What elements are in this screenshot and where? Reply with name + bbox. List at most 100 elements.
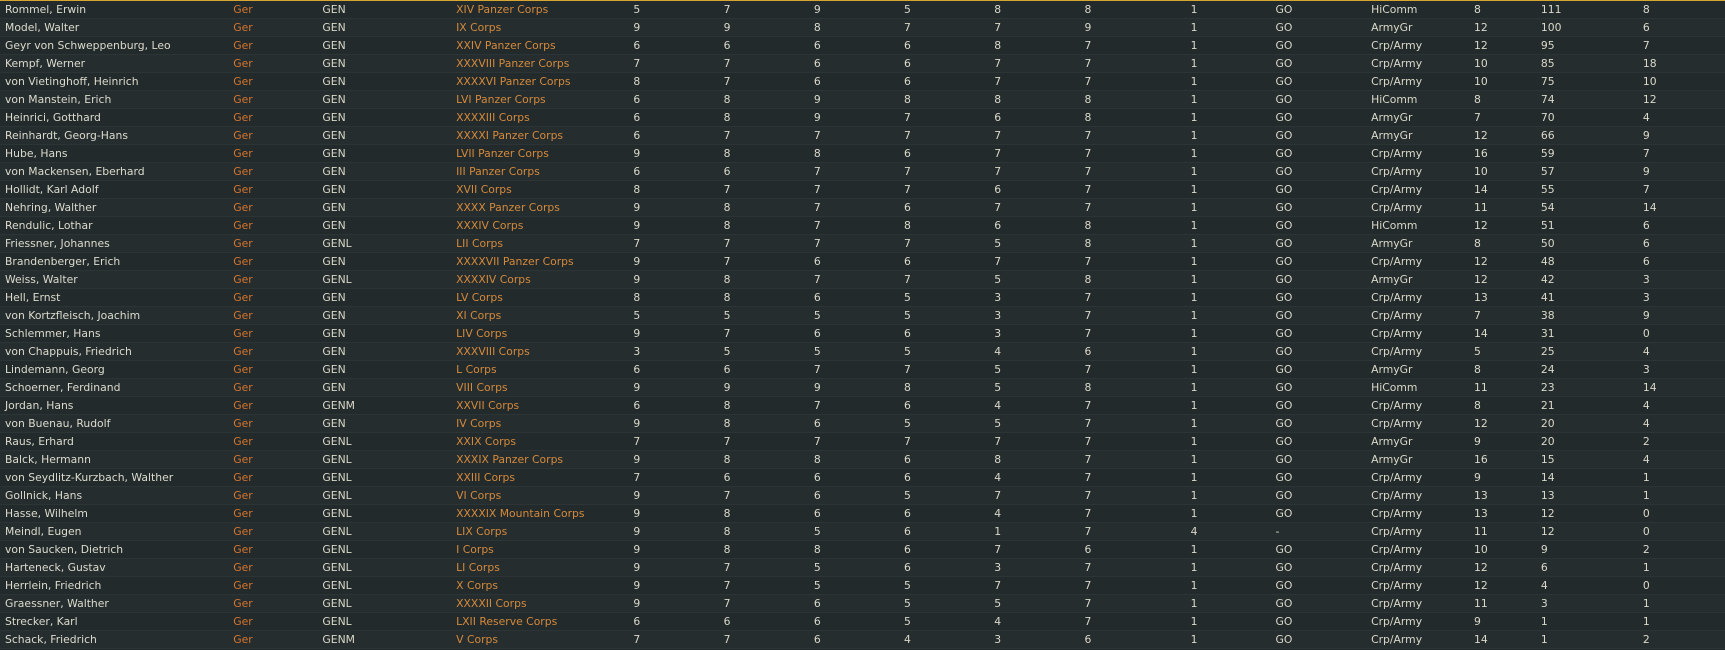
table-row[interactable]: Schlemmer, Hans Ger GEN LIV Corps 9 7 6 6 3 7 1 GO C…	[0, 324, 1725, 343]
cell-leader-name: von Manstein, Erich	[0, 90, 229, 109]
cell-stat-9: 0	[1637, 522, 1725, 541]
table-row[interactable]: Rommel, Erwin Ger GEN XIV Panzer Corps 5 7 9 5 8…	[0, 1, 1725, 19]
cell-stat-7: 1	[1185, 18, 1271, 37]
table-row[interactable]: Meindl, Eugen Ger GENL LIX Corps 9 8 5 6 1 7 4- Crp…	[0, 522, 1725, 541]
cell-stat-7: 1	[1185, 432, 1271, 451]
table-row[interactable]: Weiss, Walter Ger GENL XXXXIV Corps 9 8 7 7 5 8 1 G…	[0, 270, 1725, 289]
cell-nationality: Ger	[228, 432, 318, 451]
table-row[interactable]: Raus, Erhard Ger GENL XXIX Corps 7 7 7 7 7 7 1 GO Ar…	[0, 432, 1725, 451]
table-row[interactable]: von Manstein, Erich Ger GEN LVI Panzer Corp…	[0, 90, 1725, 109]
cell-stat-4: 6	[899, 558, 990, 577]
table-row[interactable]: von Chappuis, Friedrich Ger GEN XXXVIII Cor…	[0, 342, 1725, 361]
cell-leader-name: Hell, Ernst	[0, 288, 229, 307]
cell-command-level: HiComm	[1366, 378, 1470, 397]
cell-command: L Corps	[451, 360, 629, 379]
cell-stat-9: 2	[1637, 540, 1725, 559]
cell-rank: GEN	[317, 144, 452, 163]
table-row[interactable]: von Seydlitz-Kurzbach, Walther Ger GENL XXI…	[0, 468, 1725, 487]
table-row[interactable]: Geyr von Schweppenburg, Leo Ger GEN XXIV Pa…	[0, 36, 1725, 55]
table-row[interactable]: Nehring, Walther Ger GEN XXXX Panzer Corps 9…	[0, 198, 1725, 217]
cell-leader-name: Friessner, Johannes	[0, 234, 229, 253]
cell-command-level: HiComm	[1366, 216, 1470, 235]
cell-command-level: Crp/Army	[1366, 576, 1470, 595]
cell-stat-6: 6	[1079, 630, 1186, 649]
cell-stat-6: 7	[1079, 54, 1186, 73]
table-row[interactable]: Brandenberger, Erich Ger GEN XXXXVII Panzer…	[0, 252, 1725, 271]
cell-stat-2: 6	[718, 36, 809, 55]
cell-command-level: ArmyGr	[1366, 450, 1470, 469]
table-row[interactable]: Schoerner, Ferdinand Ger GEN VIII Corps 9 9 9 8…	[0, 378, 1725, 397]
cell-stat-3: 6	[808, 630, 900, 649]
table-row[interactable]: Herrlein, Friedrich Ger GENL X Corps 9 7 5 5 7 7 1…	[0, 576, 1725, 595]
table-row[interactable]: Friessner, Johannes Ger GENL LII Corps 7 7 7 7 5…	[0, 234, 1725, 253]
table-row[interactable]: Hollidt, Karl Adolf Ger GEN XVII Corps 8 7 7 7 6…	[0, 180, 1725, 199]
table-row[interactable]: Harteneck, Gustav Ger GENL LI Corps 9 7 5 6 3 7 1 G…	[0, 558, 1725, 577]
table-row[interactable]: von Vietinghoff, Heinrich Ger GEN XXXXVI Pa…	[0, 72, 1725, 91]
cell-stat-9: 1	[1637, 486, 1725, 505]
cell-status: GO	[1270, 630, 1367, 649]
cell-stat-6: 7	[1079, 468, 1186, 487]
cell-stat-8: 10	[1469, 54, 1536, 73]
cell-command-level: ArmyGr	[1366, 18, 1470, 37]
cell-value: 1	[1535, 630, 1638, 649]
table-row[interactable]: Gollnick, Hans Ger GENL VI Corps 9 7 6 5 7 7 1 GO Cr…	[0, 486, 1725, 505]
cell-stat-2: 8	[718, 216, 809, 235]
cell-rank: GENL	[317, 576, 452, 595]
cell-command: XXXXIII Corps	[451, 108, 629, 127]
table-row[interactable]: Rendulic, Lothar Ger GEN XXXIV Corps 9 8 7 8 6 8 1…	[0, 216, 1725, 235]
cell-stat-7: 1	[1185, 504, 1271, 523]
table-row[interactable]: Heinrici, Gotthard Ger GEN XXXXIII Corps 6 8 9…	[0, 108, 1725, 127]
cell-stat-4: 7	[899, 126, 990, 145]
cell-stat-7: 1	[1185, 360, 1271, 379]
cell-value: 85	[1535, 54, 1638, 73]
cell-value: 3	[1535, 594, 1638, 613]
cell-leader-name: Rendulic, Lothar	[0, 216, 229, 235]
cell-leader-name: von Saucken, Dietrich	[0, 540, 229, 559]
table-row[interactable]: Hell, Ernst Ger GEN LV Corps 8 8 6 5 3 7 1 GO Crp/Ar…	[0, 288, 1725, 307]
cell-nationality: Ger	[228, 180, 318, 199]
cell-value: 50	[1535, 234, 1638, 253]
cell-stat-5: 7	[989, 162, 1080, 181]
cell-stat-1: 9	[628, 576, 719, 595]
cell-value: 57	[1535, 162, 1638, 181]
cell-stat-6: 7	[1079, 288, 1186, 307]
cell-command-level: Crp/Army	[1366, 630, 1470, 649]
table-row[interactable]: von Buenau, Rudolf Ger GEN IV Corps 9 8 6 5 5 7 1 G…	[0, 414, 1725, 433]
cell-rank: GEN	[317, 414, 452, 433]
cell-stat-8: 8	[1469, 360, 1536, 379]
cell-stat-2: 7	[718, 432, 809, 451]
table-row[interactable]: Reinhardt, Georg-Hans Ger GEN XXXXI Panzer …	[0, 126, 1725, 145]
table-row[interactable]: Kempf, Werner Ger GEN XXXVIII Panzer Corps 7…	[0, 54, 1725, 73]
cell-value: 75	[1535, 72, 1638, 91]
cell-rank: GENL	[317, 234, 452, 253]
cell-nationality: Ger	[228, 522, 318, 541]
cell-leader-name: Geyr von Schweppenburg, Leo	[0, 36, 229, 55]
table-row[interactable]: Graessner, Walther Ger GENL XXXXII Corps 9 7 6…	[0, 594, 1725, 613]
cell-stat-7: 1	[1185, 198, 1271, 217]
table-row[interactable]: Hasse, Wilhelm Ger GENL XXXXIX Mountain Cor…	[0, 504, 1725, 523]
table-row[interactable]: Schack, Friedrich Ger GENM V Corps 7 7 6 4 3 6 1 GO…	[0, 630, 1725, 649]
cell-stat-4: 8	[899, 216, 990, 235]
cell-status: -	[1270, 522, 1367, 541]
table-row[interactable]: von Mackensen, Eberhard Ger GEN III Panzer …	[0, 162, 1725, 181]
table-row[interactable]: von Kortzfleisch, Joachim Ger GEN XI Corps 5…	[0, 306, 1725, 325]
cell-stat-5: 3	[989, 558, 1080, 577]
cell-command: VI Corps	[451, 486, 629, 505]
cell-stat-6: 7	[1079, 486, 1186, 505]
cell-stat-6: 7	[1079, 558, 1186, 577]
cell-stat-6: 7	[1079, 72, 1186, 91]
table-row[interactable]: von Saucken, Dietrich Ger GENL I Corps 9 8 8 6 7…	[0, 540, 1725, 559]
table-row[interactable]: Balck, Hermann Ger GENL XXXIX Panzer Corps 9…	[0, 450, 1725, 469]
cell-stat-2: 6	[718, 162, 809, 181]
cell-nationality: Ger	[228, 90, 318, 109]
cell-stat-6: 7	[1079, 396, 1186, 415]
cell-command-level: Crp/Army	[1366, 198, 1470, 217]
table-row[interactable]: Lindemann, Georg Ger GEN L Corps 6 6 7 7 5 7 1 GO Ar…	[0, 360, 1725, 379]
table-row[interactable]: Strecker, Karl Ger GENL LXII Reserve Corps 6…	[0, 612, 1725, 631]
table-row[interactable]: Hube, Hans Ger GEN LVII Panzer Corps 9 8 8 6 7 7 1…	[0, 144, 1725, 163]
cell-stat-3: 7	[808, 270, 900, 289]
cell-stat-4: 7	[899, 234, 990, 253]
table-row[interactable]: Model, Walter Ger GEN IX Corps 9 9 8 7 7 9 1 GO Army…	[0, 18, 1725, 37]
cell-command-level: Crp/Army	[1366, 252, 1470, 271]
table-row[interactable]: Jordan, Hans Ger GENM XXVII Corps 6 8 7 6 4 7 1 GO C…	[0, 396, 1725, 415]
